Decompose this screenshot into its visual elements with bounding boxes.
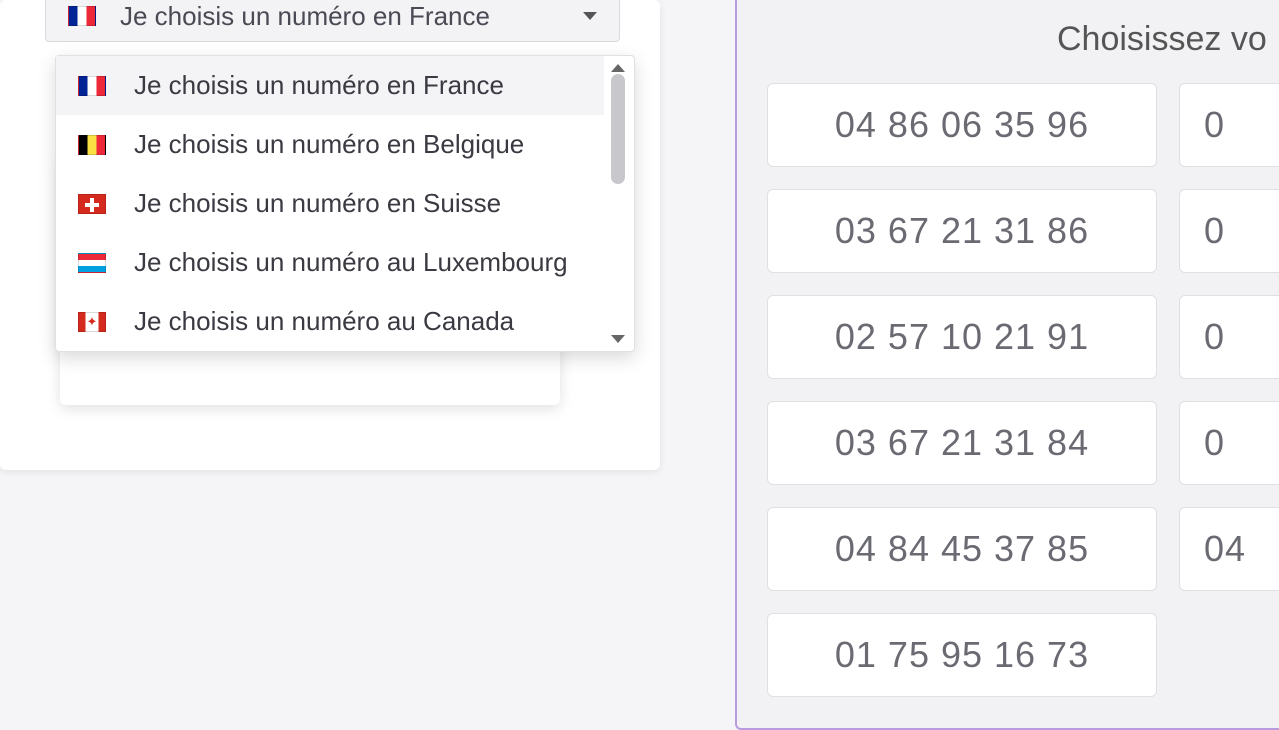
scroll-up-icon[interactable]: [611, 64, 625, 72]
scroll-thumb[interactable]: [611, 74, 625, 184]
phone-number-option[interactable]: 0: [1179, 189, 1279, 273]
country-dropdown: Je choisis un numéro en France Je choisis…: [55, 55, 635, 352]
phone-number-option[interactable]: 0: [1179, 295, 1279, 379]
country-option-switzerland[interactable]: Je choisis un numéro en Suisse: [56, 174, 604, 233]
phone-number-option[interactable]: 01 75 95 16 73: [767, 613, 1157, 697]
country-option-label: Je choisis un numéro en Suisse: [134, 188, 501, 219]
country-option-canada[interactable]: Je choisis un numéro au Canada: [56, 292, 604, 351]
phone-number-option[interactable]: 04 84 45 37 85: [767, 507, 1157, 591]
flag-france-icon: [78, 76, 106, 96]
country-option-label: Je choisis un numéro en Belgique: [134, 129, 524, 160]
phone-number-option[interactable]: 03 67 21 31 86: [767, 189, 1157, 273]
flag-france-icon: [68, 6, 96, 26]
phone-number-option[interactable]: 0: [1179, 401, 1279, 485]
chevron-down-icon: [583, 12, 597, 20]
flag-belgium-icon: [78, 135, 106, 155]
phone-number-option[interactable]: 04 86 06 35 96: [767, 83, 1157, 167]
number-picker-panel: Choisissez vo 04 86 06 35 96 0 03 67 21 31…: [735, 0, 1279, 730]
flag-canada-icon: [78, 312, 106, 332]
scroll-down-icon[interactable]: [611, 335, 625, 343]
country-select-label: Je choisis un numéro en France: [120, 1, 583, 32]
country-option-label: Je choisis un numéro en France: [134, 70, 504, 101]
country-option-luxembourg[interactable]: Je choisis un numéro au Luxembourg: [56, 233, 604, 292]
country-select[interactable]: Je choisis un numéro en France: [45, 0, 620, 42]
dropdown-scrollbar[interactable]: [606, 60, 630, 347]
flag-switzerland-icon: [78, 194, 106, 214]
panel-title: Choisissez vo: [1057, 20, 1279, 59]
phone-number-option[interactable]: 03 67 21 31 84: [767, 401, 1157, 485]
flag-luxembourg-icon: [78, 253, 106, 273]
country-option-belgium[interactable]: Je choisis un numéro en Belgique: [56, 115, 604, 174]
country-option-label: Je choisis un numéro au Luxembourg: [134, 247, 568, 278]
phone-number-option[interactable]: 02 57 10 21 91: [767, 295, 1157, 379]
country-option-france[interactable]: Je choisis un numéro en France: [56, 56, 604, 115]
country-option-label: Je choisis un numéro au Canada: [134, 306, 514, 337]
left-panel: Je choisis un numéro en France Je choisi…: [0, 0, 660, 470]
phone-number-option[interactable]: 04: [1179, 507, 1279, 591]
phone-number-option[interactable]: 0: [1179, 83, 1279, 167]
